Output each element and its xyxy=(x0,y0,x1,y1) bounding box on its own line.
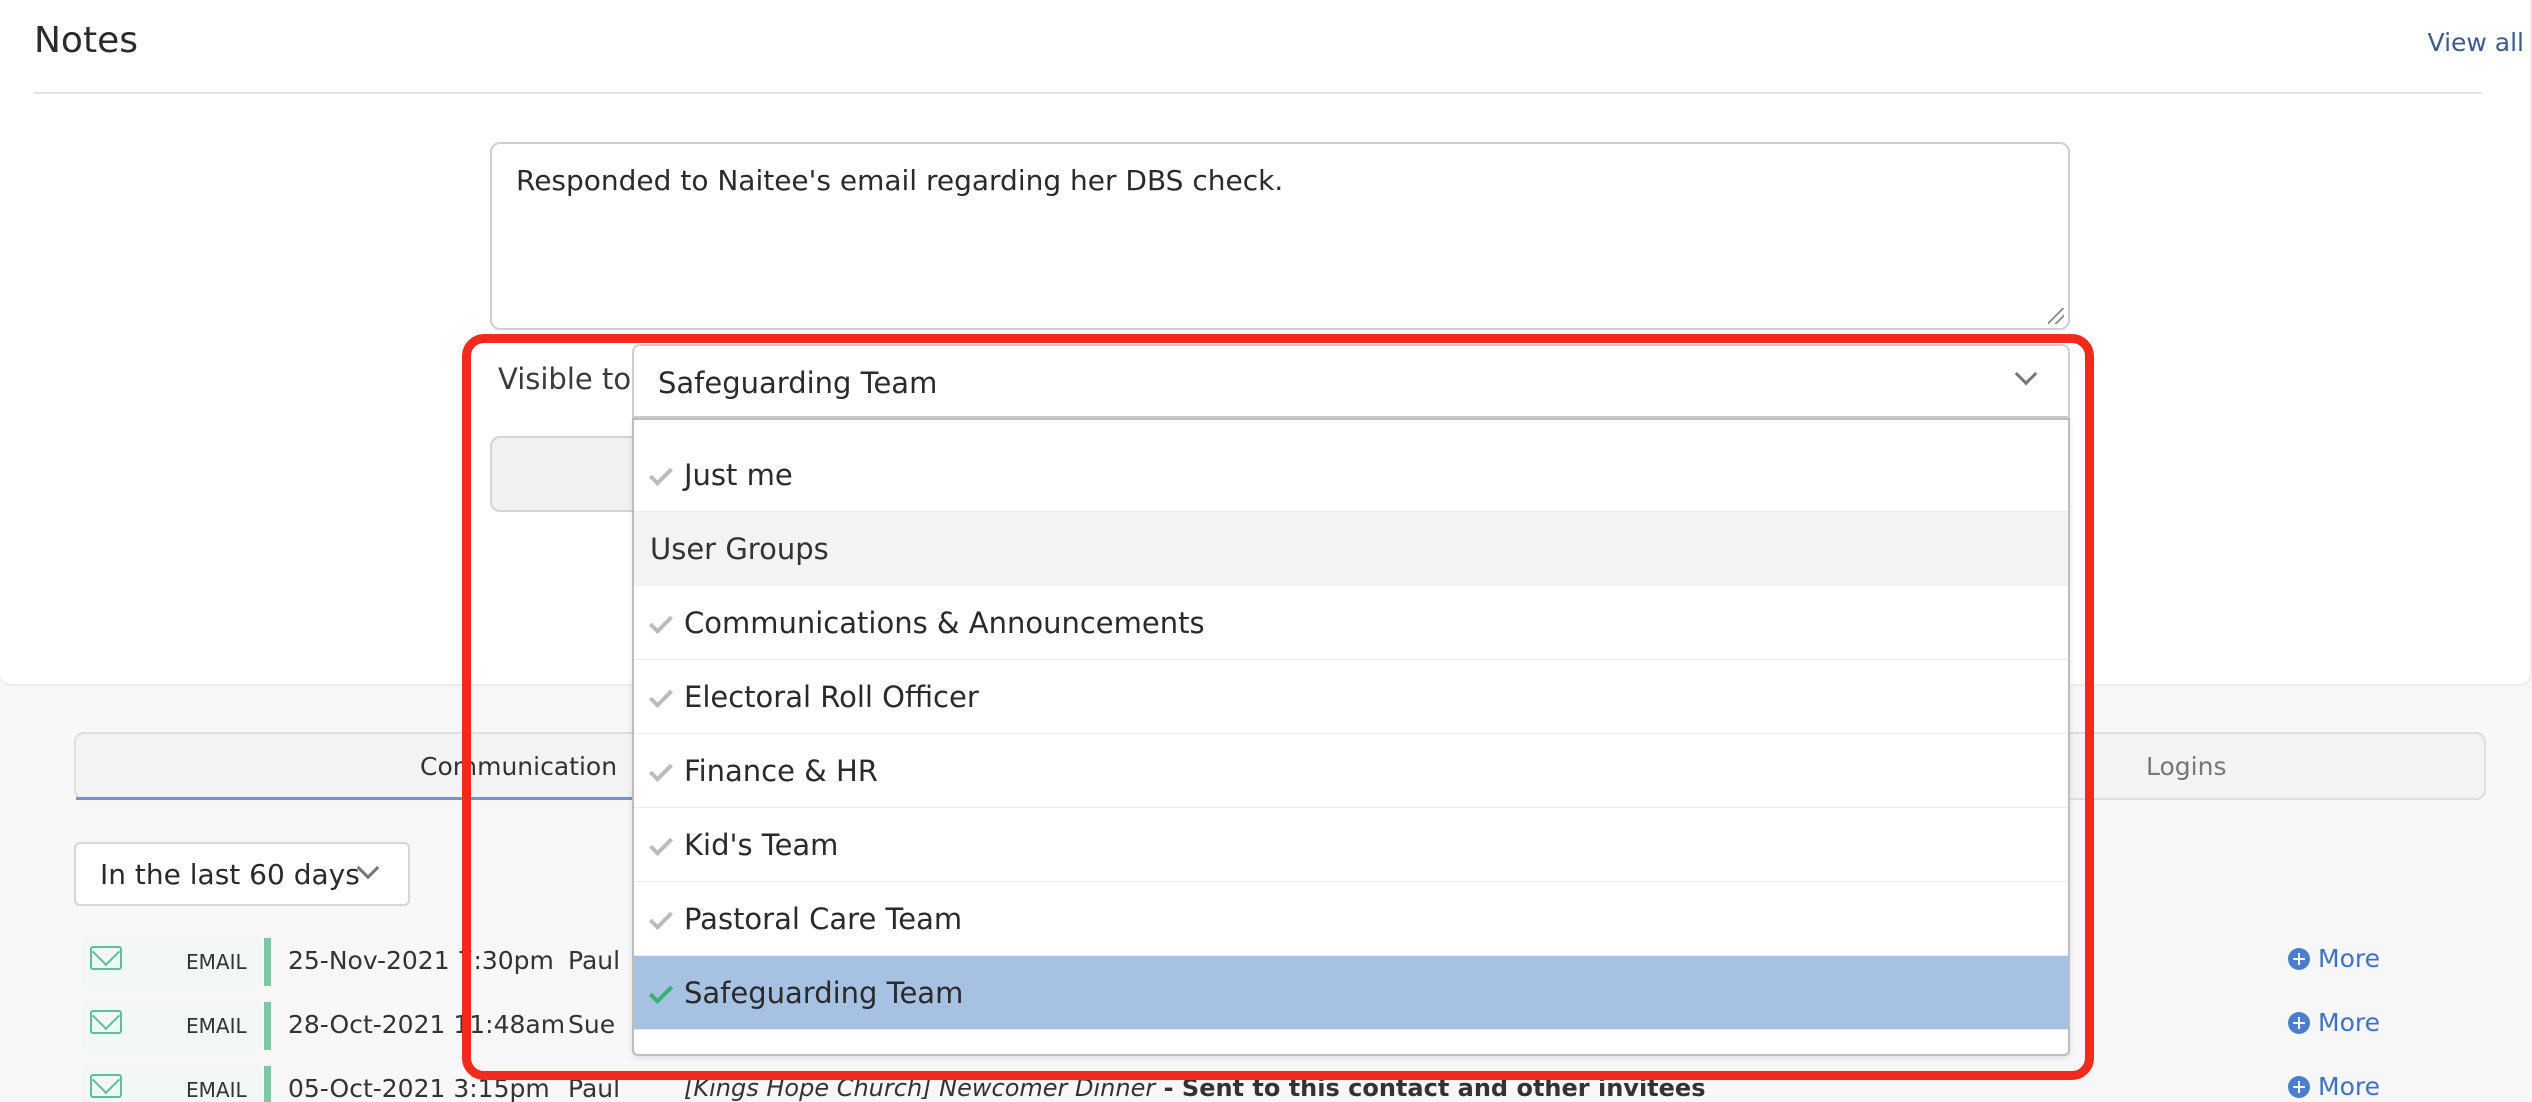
page: Notes View all Responded to Naitee's ema… xyxy=(0,0,2532,1102)
option-kids-team[interactable]: Kid's Team xyxy=(634,808,2068,882)
row-user: Paul xyxy=(568,1074,621,1102)
more-button[interactable]: More xyxy=(2288,1008,2380,1037)
check-icon xyxy=(648,461,674,487)
date-range-select[interactable]: In the last 60 days xyxy=(74,842,410,906)
save-note-button[interactable] xyxy=(490,436,650,512)
more-button[interactable]: More xyxy=(2288,944,2380,973)
plus-circle-icon xyxy=(2288,1076,2310,1098)
notes-title: Notes xyxy=(34,20,138,61)
chevron-down-icon xyxy=(2014,362,2038,386)
mail-icon xyxy=(90,1074,122,1098)
option-just-me[interactable]: Just me xyxy=(634,438,2068,512)
option-electoral-roll-officer[interactable]: Electoral Roll Officer xyxy=(634,660,2068,734)
visible-to-select[interactable]: Safeguarding Team xyxy=(632,344,2070,418)
note-text-value: Responded to Naitee's email regarding he… xyxy=(516,164,1284,197)
row-date: 25-Nov-2021 7:30pm xyxy=(288,946,554,975)
check-icon xyxy=(648,757,674,783)
mail-icon xyxy=(90,1010,122,1034)
row-user: Paul xyxy=(568,946,621,975)
option-pastoral-care-team[interactable]: Pastoral Care Team xyxy=(634,882,2068,956)
divider xyxy=(34,92,2482,94)
check-icon xyxy=(648,979,674,1005)
type-label: EMAIL xyxy=(186,1014,247,1038)
resize-grip-icon[interactable] xyxy=(2048,308,2064,324)
tab-logins[interactable]: Logins xyxy=(2146,752,2226,781)
option-safeguarding-team[interactable]: Safeguarding Team xyxy=(634,956,2068,1030)
option-finance-hr[interactable]: Finance & HR xyxy=(634,734,2068,808)
row-accent-bar xyxy=(264,1002,271,1050)
row-date: 05-Oct-2021 3:15pm xyxy=(288,1074,550,1102)
type-label: EMAIL xyxy=(186,950,247,974)
visible-to-value: Safeguarding Team xyxy=(658,366,938,400)
group-header-user-groups: User Groups xyxy=(634,512,2068,586)
check-icon xyxy=(648,831,674,857)
visible-to-label: Visible to xyxy=(498,362,632,396)
row-subject[interactable]: [Kings Hope Church] Newcomer Dinner - Se… xyxy=(684,1074,1705,1102)
more-button[interactable]: More xyxy=(2288,1072,2380,1101)
note-textarea[interactable]: Responded to Naitee's email regarding he… xyxy=(490,142,2070,330)
row-user: Sue xyxy=(568,1010,616,1039)
check-icon xyxy=(648,683,674,709)
plus-circle-icon xyxy=(2288,948,2310,970)
type-label: EMAIL xyxy=(186,1078,247,1102)
tab-communication[interactable]: Communication xyxy=(420,752,617,781)
option-communications-announcements[interactable]: Communications & Announcements xyxy=(634,586,2068,660)
table-row: EMAIL 05-Oct-2021 3:15pm Paul [Kings Hop… xyxy=(82,1066,2502,1102)
mail-icon xyxy=(90,946,122,970)
check-icon xyxy=(648,905,674,931)
visible-to-dropdown[interactable]: Just me User Groups Communications & Ann… xyxy=(632,418,2070,1056)
date-range-value: In the last 60 days xyxy=(100,858,360,891)
view-all-link[interactable]: View all xyxy=(2428,28,2524,57)
row-accent-bar xyxy=(264,938,271,986)
check-icon xyxy=(648,609,674,635)
active-tab-indicator xyxy=(76,797,636,800)
row-date: 28-Oct-2021 11:48am xyxy=(288,1010,566,1039)
row-accent-bar xyxy=(264,1066,271,1102)
plus-circle-icon xyxy=(2288,1012,2310,1034)
chevron-down-icon xyxy=(356,856,380,880)
